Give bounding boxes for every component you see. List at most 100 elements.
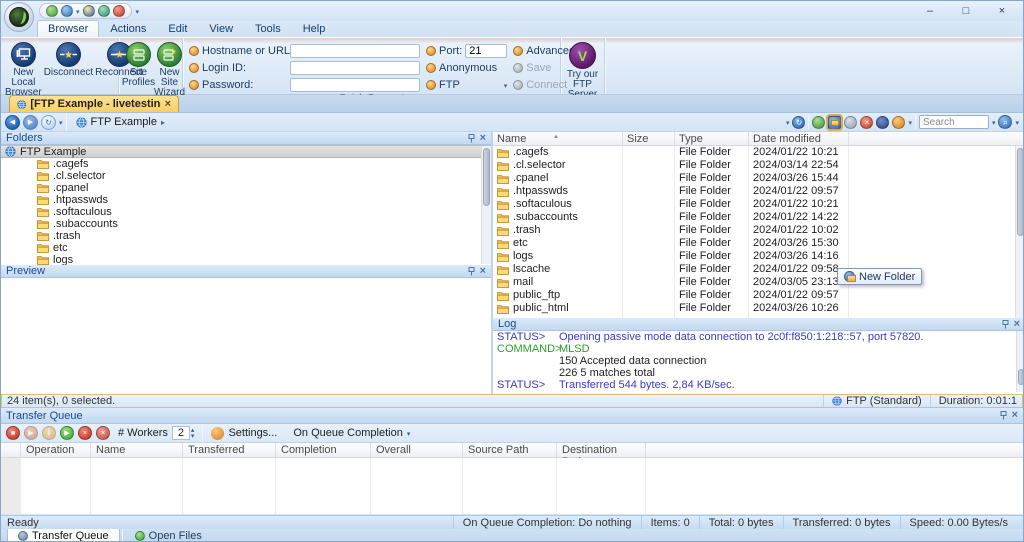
file-row[interactable]: .cl.selector File Folder 2024/03/14 22:5… <box>493 159 1015 172</box>
column-source-path[interactable]: Source Path <box>463 443 557 457</box>
port-input[interactable] <box>465 43 508 58</box>
column-completion[interactable]: Completion <box>276 443 371 457</box>
pin-icon[interactable] <box>468 266 475 276</box>
hostname-input[interactable] <box>290 43 420 58</box>
on-queue-completion-dropdown-icon[interactable] <box>407 427 411 439</box>
qat-help-icon[interactable] <box>46 5 58 17</box>
search-server-icon[interactable]: ⌕ <box>998 115 1013 129</box>
close-panel-icon[interactable] <box>480 267 486 276</box>
file-row[interactable]: .softaculous File Folder 2024/01/22 10:2… <box>493 198 1015 211</box>
history-dropdown-icon[interactable] <box>59 116 63 128</box>
on-queue-completion-button[interactable]: On Queue Completion <box>293 427 402 439</box>
tab-tools[interactable]: Tools <box>244 20 292 37</box>
history-button[interactable]: ↻ <box>41 114 56 130</box>
tree-item[interactable]: .htpasswds <box>1 194 491 206</box>
pin-icon[interactable] <box>1000 411 1007 420</box>
app-menu-button[interactable] <box>4 2 34 32</box>
column-name[interactable]: Name <box>91 443 183 457</box>
column-type[interactable]: Type <box>675 132 749 145</box>
try-ftp-server-button[interactable]: V Try our FTP Server <box>565 41 600 100</box>
column-overall[interactable]: Overall <box>371 443 463 457</box>
tree-item[interactable]: .cl.selector <box>1 170 491 182</box>
qat-customize-button[interactable] <box>136 7 140 16</box>
pause-icon[interactable]: ‖ <box>42 426 56 440</box>
protocol-dropdown-icon[interactable] <box>504 79 508 91</box>
more-tools-dropdown-icon[interactable] <box>908 116 912 128</box>
anonymous-label[interactable]: Anonymous <box>439 62 497 74</box>
refresh-icon[interactable]: ↻ <box>792 115 806 129</box>
tab-transfer-queue[interactable]: Transfer Queue <box>7 529 120 541</box>
file-row[interactable]: .cagefs File Folder 2024/01/22 10:21 <box>493 146 1015 159</box>
skip-icon[interactable]: ▶ <box>24 426 38 440</box>
save-button[interactable]: Save <box>526 62 551 74</box>
new-local-browser-button[interactable]: New Local Browser <box>5 41 42 98</box>
search-dropdown-icon[interactable] <box>992 116 996 128</box>
stop-queue-icon[interactable]: ■ <box>6 426 20 440</box>
breadcrumb[interactable]: FTP Example ▸ <box>70 116 165 128</box>
file-row[interactable]: mail File Folder 2024/03/05 23:13 <box>493 276 1015 289</box>
file-row[interactable]: .cpanel File Folder 2024/03/26 15:44 <box>493 172 1015 185</box>
workers-decrement-icon[interactable] <box>191 433 195 439</box>
close-panel-icon[interactable] <box>1012 411 1018 420</box>
up-level-icon[interactable] <box>812 115 826 129</box>
file-row[interactable]: lscache File Folder 2024/01/22 09:58 <box>493 263 1015 276</box>
toolbar-overflow-icon[interactable] <box>786 116 790 128</box>
search-input[interactable] <box>918 115 989 129</box>
file-row[interactable]: .htpasswds File Folder 2024/01/22 09:57 <box>493 185 1015 198</box>
delete-icon[interactable]: × <box>860 115 874 129</box>
tab-browser[interactable]: Browser <box>37 20 100 37</box>
tab-view[interactable]: View <box>198 20 244 37</box>
rename-icon[interactable] <box>844 115 858 129</box>
file-row[interactable]: .subaccounts File Folder 2024/01/22 14:2… <box>493 211 1015 224</box>
close-panel-icon[interactable] <box>1014 320 1020 329</box>
workers-value[interactable]: 2 <box>171 426 190 440</box>
close-panel-icon[interactable] <box>480 134 486 143</box>
remove-all-icon[interactable]: × <box>96 426 110 440</box>
tab-open-files[interactable]: Open Files <box>125 529 212 541</box>
qat-connect-dropdown-icon[interactable] <box>76 5 80 17</box>
tree-scrollbar[interactable] <box>481 146 491 264</box>
breadcrumb-root[interactable]: FTP Example <box>91 116 157 128</box>
qat-connect-icon[interactable] <box>61 5 73 17</box>
log-scrollbar-thumb[interactable] <box>1018 369 1023 385</box>
tree-item[interactable]: .softaculous <box>1 206 491 218</box>
new-site-wizard-button[interactable]: New Site Wizard <box>154 41 185 98</box>
password-input[interactable] <box>290 77 420 92</box>
column-size[interactable]: Size <box>623 132 675 145</box>
tab-edit[interactable]: Edit <box>157 20 198 37</box>
start-queue-icon[interactable]: ▶ <box>60 426 74 440</box>
search-options-dropdown-icon[interactable] <box>1015 116 1019 128</box>
forward-button[interactable]: ▶ <box>23 114 38 130</box>
column-name[interactable]: Name ▲ <box>493 132 623 145</box>
new-folder-icon[interactable] <box>826 113 844 131</box>
file-row[interactable]: logs File Folder 2024/03/26 14:16 <box>493 250 1015 263</box>
tree-scrollbar-thumb[interactable] <box>483 148 490 206</box>
back-button[interactable]: ◀ <box>5 114 20 130</box>
qat-disconnect-icon[interactable] <box>112 5 125 17</box>
file-row[interactable]: public_ftp File Folder 2024/01/22 09:57 <box>493 289 1015 302</box>
site-profiles-button[interactable]: Site Profiles <box>122 41 155 88</box>
file-row[interactable]: etc File Folder 2024/03/26 15:30 <box>493 237 1015 250</box>
breadcrumb-caret-icon[interactable]: ▸ <box>161 118 165 127</box>
file-row[interactable]: public_html File Folder 2024/03/26 10:26 <box>493 302 1015 315</box>
protocol-label[interactable]: FTP <box>439 79 460 91</box>
minimize-button[interactable]: – <box>923 5 937 17</box>
disconnect-button[interactable]: Disconnect <box>44 41 93 78</box>
column-destination-path[interactable]: Destination Path <box>557 443 646 468</box>
log-scrollbar[interactable] <box>1016 331 1023 392</box>
tree-item[interactable]: etc <box>1 242 491 254</box>
close-button[interactable]: × <box>995 5 1009 17</box>
pin-icon[interactable] <box>1002 319 1009 329</box>
pin-icon[interactable] <box>468 133 475 143</box>
file-list-scrollbar[interactable] <box>1015 146 1023 318</box>
remove-item-icon[interactable]: × <box>78 426 92 440</box>
tree-item[interactable]: .subaccounts <box>1 218 491 230</box>
qat-reconnect-icon[interactable] <box>97 5 110 17</box>
tree-item[interactable]: .trash <box>1 230 491 242</box>
document-tab-close-icon[interactable] <box>165 98 171 110</box>
login-id-input[interactable] <box>290 60 420 75</box>
maximize-button[interactable]: □ <box>959 5 973 17</box>
column-transferred[interactable]: Transferred <box>183 443 276 457</box>
column-date-modified[interactable]: Date modified <box>749 132 849 145</box>
tree-item[interactable]: logs <box>1 254 491 265</box>
